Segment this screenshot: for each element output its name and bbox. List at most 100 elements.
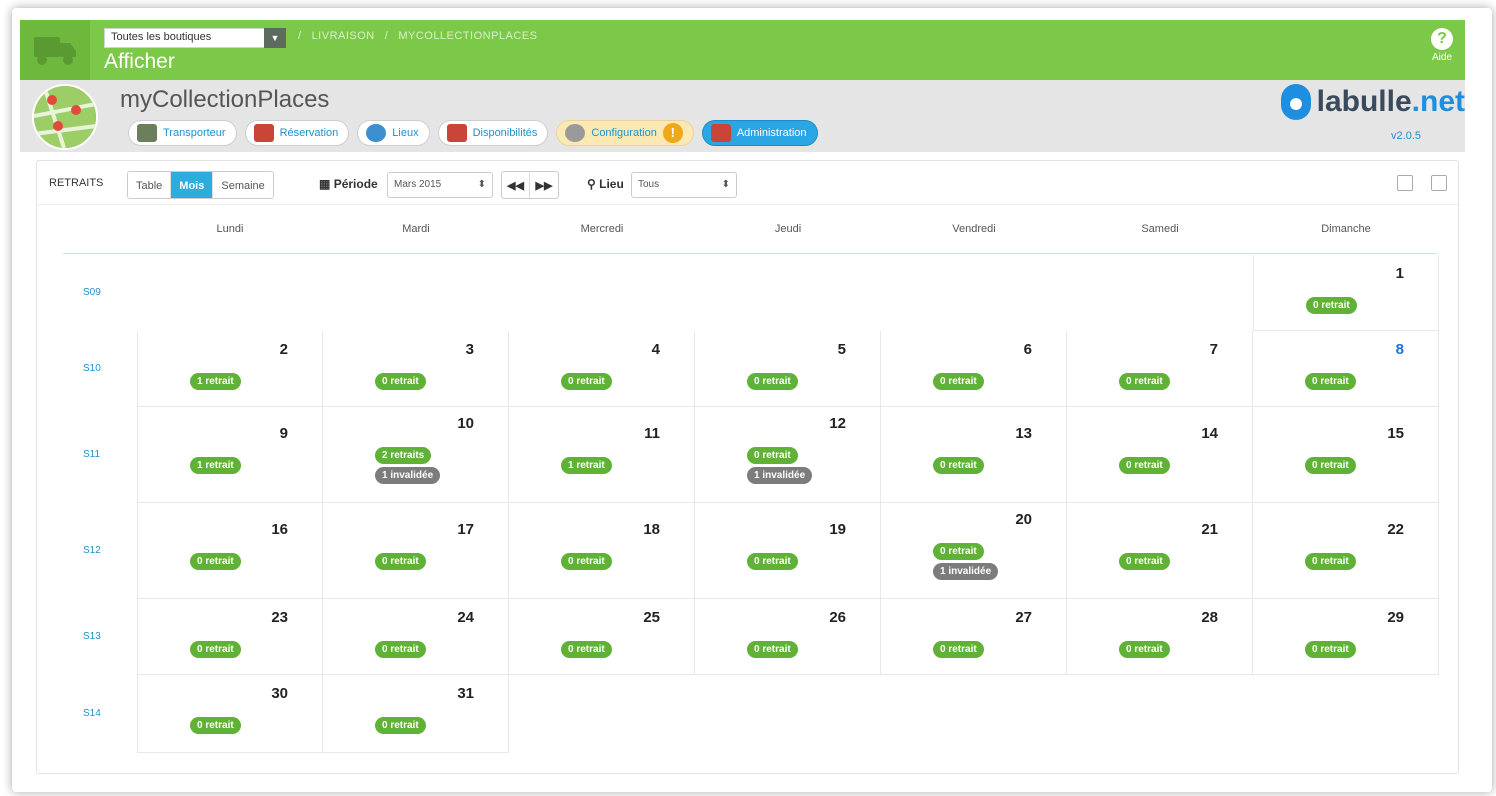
day-cell[interactable]: 25 0 retrait	[509, 599, 695, 675]
day-number: 22	[1387, 521, 1404, 538]
week-label[interactable]: S14	[83, 708, 101, 719]
retrait-badge[interactable]: 0 retrait	[747, 447, 798, 464]
lieu-select[interactable]: Tous ⬍	[631, 172, 737, 198]
day-cell[interactable]: 6 0 retrait	[881, 331, 1067, 407]
shop-select[interactable]: Toutes les boutiques	[104, 28, 272, 48]
day-cell[interactable]: 20 0 retrait 1 invalidée	[881, 503, 1067, 599]
week-label[interactable]: S12	[83, 545, 101, 556]
nav-administration[interactable]: Administration	[701, 120, 818, 146]
retrait-badge[interactable]: 2 retraits	[375, 447, 432, 464]
retrait-badge[interactable]: 0 retrait	[1305, 553, 1356, 570]
retrait-badge[interactable]: 0 retrait	[561, 553, 612, 570]
chevron-down-icon[interactable]: ▼	[264, 28, 286, 48]
lieu-label: ⚲ Lieu	[587, 177, 624, 191]
retrait-badge[interactable]: 0 retrait	[561, 373, 612, 390]
day-cell[interactable]: 21 0 retrait	[1067, 503, 1253, 599]
nav-configuration[interactable]: Configuration !	[556, 120, 694, 146]
day-cell[interactable]: 26 0 retrait	[695, 599, 881, 675]
help-label: Aide	[1431, 52, 1452, 63]
day-cell[interactable]: 13 0 retrait	[881, 407, 1067, 503]
week-label[interactable]: S09	[83, 287, 101, 298]
day-header-1: Mardi	[402, 223, 430, 235]
retrait-badge[interactable]: 0 retrait	[1305, 373, 1356, 390]
day-cell[interactable]: 3 0 retrait	[323, 331, 509, 407]
expand-icon[interactable]	[1397, 175, 1413, 191]
retrait-badge[interactable]: 0 retrait	[375, 641, 426, 658]
nav-transporteur[interactable]: Transporteur	[128, 120, 237, 146]
retrait-badge[interactable]: 0 retrait	[1305, 641, 1356, 658]
retrait-badge[interactable]: 0 retrait	[1119, 457, 1170, 474]
day-cell[interactable]: 11 1 retrait	[509, 407, 695, 503]
day-cell[interactable]: 19 0 retrait	[695, 503, 881, 599]
nav-reservation[interactable]: Réservation	[244, 120, 350, 146]
next-period-button[interactable]: ▶▶	[530, 172, 558, 198]
retrait-badge[interactable]: 0 retrait	[747, 641, 798, 658]
day-cell[interactable]: 10 2 retraits 1 invalidée	[323, 407, 509, 503]
retrait-badge[interactable]: 0 retrait	[933, 641, 984, 658]
retrait-badge[interactable]: 0 retrait	[933, 457, 984, 474]
retrait-badge[interactable]: 1 retrait	[561, 457, 612, 474]
retrait-badge[interactable]: 0 retrait	[1119, 373, 1170, 390]
breadcrumb-module[interactable]: MYCOLLECTIONPLACES	[398, 30, 537, 42]
day-cell[interactable]: 15 0 retrait	[1253, 407, 1439, 503]
week-label[interactable]: S11	[83, 449, 100, 460]
week-label[interactable]: S13	[83, 631, 101, 642]
retrait-badge[interactable]: 1 retrait	[190, 457, 241, 474]
nav-lieux[interactable]: Lieux	[357, 120, 430, 146]
day-cell[interactable]: 27 0 retrait	[881, 599, 1067, 675]
retrait-badge[interactable]: 0 retrait	[1119, 641, 1170, 658]
day-cell[interactable]: 29 0 retrait	[1253, 599, 1439, 675]
invalidated-badge[interactable]: 1 invalidée	[375, 467, 441, 484]
periode-select[interactable]: Mars 2015 ⬍	[387, 172, 493, 198]
nav-label: Disponibilités	[472, 127, 538, 139]
help-button[interactable]: ? Aide	[1431, 28, 1453, 63]
day-cell[interactable]: 30 0 retrait	[137, 675, 323, 753]
week-label[interactable]: S10	[83, 363, 101, 374]
retrait-badge[interactable]: 0 retrait	[933, 373, 984, 390]
invalidated-badge[interactable]: 1 invalidée	[747, 467, 813, 484]
day-cell[interactable]: 31 0 retrait	[323, 675, 509, 753]
retrait-badge[interactable]: 0 retrait	[1119, 553, 1170, 570]
retrait-badge[interactable]: 0 retrait	[1305, 457, 1356, 474]
day-cell[interactable]: 4 0 retrait	[509, 331, 695, 407]
retrait-badge[interactable]: 0 retrait	[1306, 297, 1357, 314]
day-cell[interactable]: 2 1 retrait	[137, 331, 323, 407]
day-cell[interactable]: 22 0 retrait	[1253, 503, 1439, 599]
retrait-badge[interactable]: 0 retrait	[747, 553, 798, 570]
day-cell[interactable]: 18 0 retrait	[509, 503, 695, 599]
badge-group: 0 retrait	[1306, 297, 1357, 314]
retrait-badge[interactable]: 0 retrait	[190, 641, 241, 658]
retrait-badge[interactable]: 0 retrait	[375, 373, 426, 390]
invalidated-badge[interactable]: 1 invalidée	[933, 563, 999, 580]
day-header-6: Dimanche	[1321, 223, 1371, 235]
day-cell[interactable]: 16 0 retrait	[137, 503, 323, 599]
day-cell[interactable]: 23 0 retrait	[137, 599, 323, 675]
day-cell[interactable]: 24 0 retrait	[323, 599, 509, 675]
day-cell[interactable]: 9 1 retrait	[137, 407, 323, 503]
breadcrumb-livraison[interactable]: LIVRAISON	[312, 30, 375, 42]
view-month-button[interactable]: Mois	[171, 172, 214, 198]
day-cell[interactable]: 8 0 retrait	[1253, 331, 1439, 407]
day-cell[interactable]: 14 0 retrait	[1067, 407, 1253, 503]
minimize-icon[interactable]	[1431, 175, 1447, 191]
view-week-button[interactable]: Semaine	[213, 172, 273, 198]
badge-group: 0 retrait	[1305, 553, 1356, 570]
retrait-badge[interactable]: 0 retrait	[375, 717, 426, 734]
day-cell[interactable]: 28 0 retrait	[1067, 599, 1253, 675]
day-cell[interactable]: 17 0 retrait	[323, 503, 509, 599]
view-table-button[interactable]: Table	[128, 172, 172, 198]
retrait-badge[interactable]: 0 retrait	[933, 543, 984, 560]
retrait-badge[interactable]: 0 retrait	[561, 641, 612, 658]
retrait-badge[interactable]: 1 retrait	[190, 373, 241, 390]
top-header: Toutes les boutiques ▼ / LIVRAISON / MYCOLL…	[20, 20, 1465, 80]
prev-period-button[interactable]: ◀◀	[502, 172, 530, 198]
day-cell[interactable]: 7 0 retrait	[1067, 331, 1253, 407]
retrait-badge[interactable]: 0 retrait	[190, 717, 241, 734]
day-cell[interactable]: 1 0 retrait	[1253, 255, 1439, 331]
day-cell[interactable]: 5 0 retrait	[695, 331, 881, 407]
retrait-badge[interactable]: 0 retrait	[375, 553, 426, 570]
day-cell[interactable]: 12 0 retrait 1 invalidée	[695, 407, 881, 503]
retrait-badge[interactable]: 0 retrait	[747, 373, 798, 390]
retrait-badge[interactable]: 0 retrait	[190, 553, 241, 570]
nav-disponibilites[interactable]: Disponibilités	[437, 120, 549, 146]
